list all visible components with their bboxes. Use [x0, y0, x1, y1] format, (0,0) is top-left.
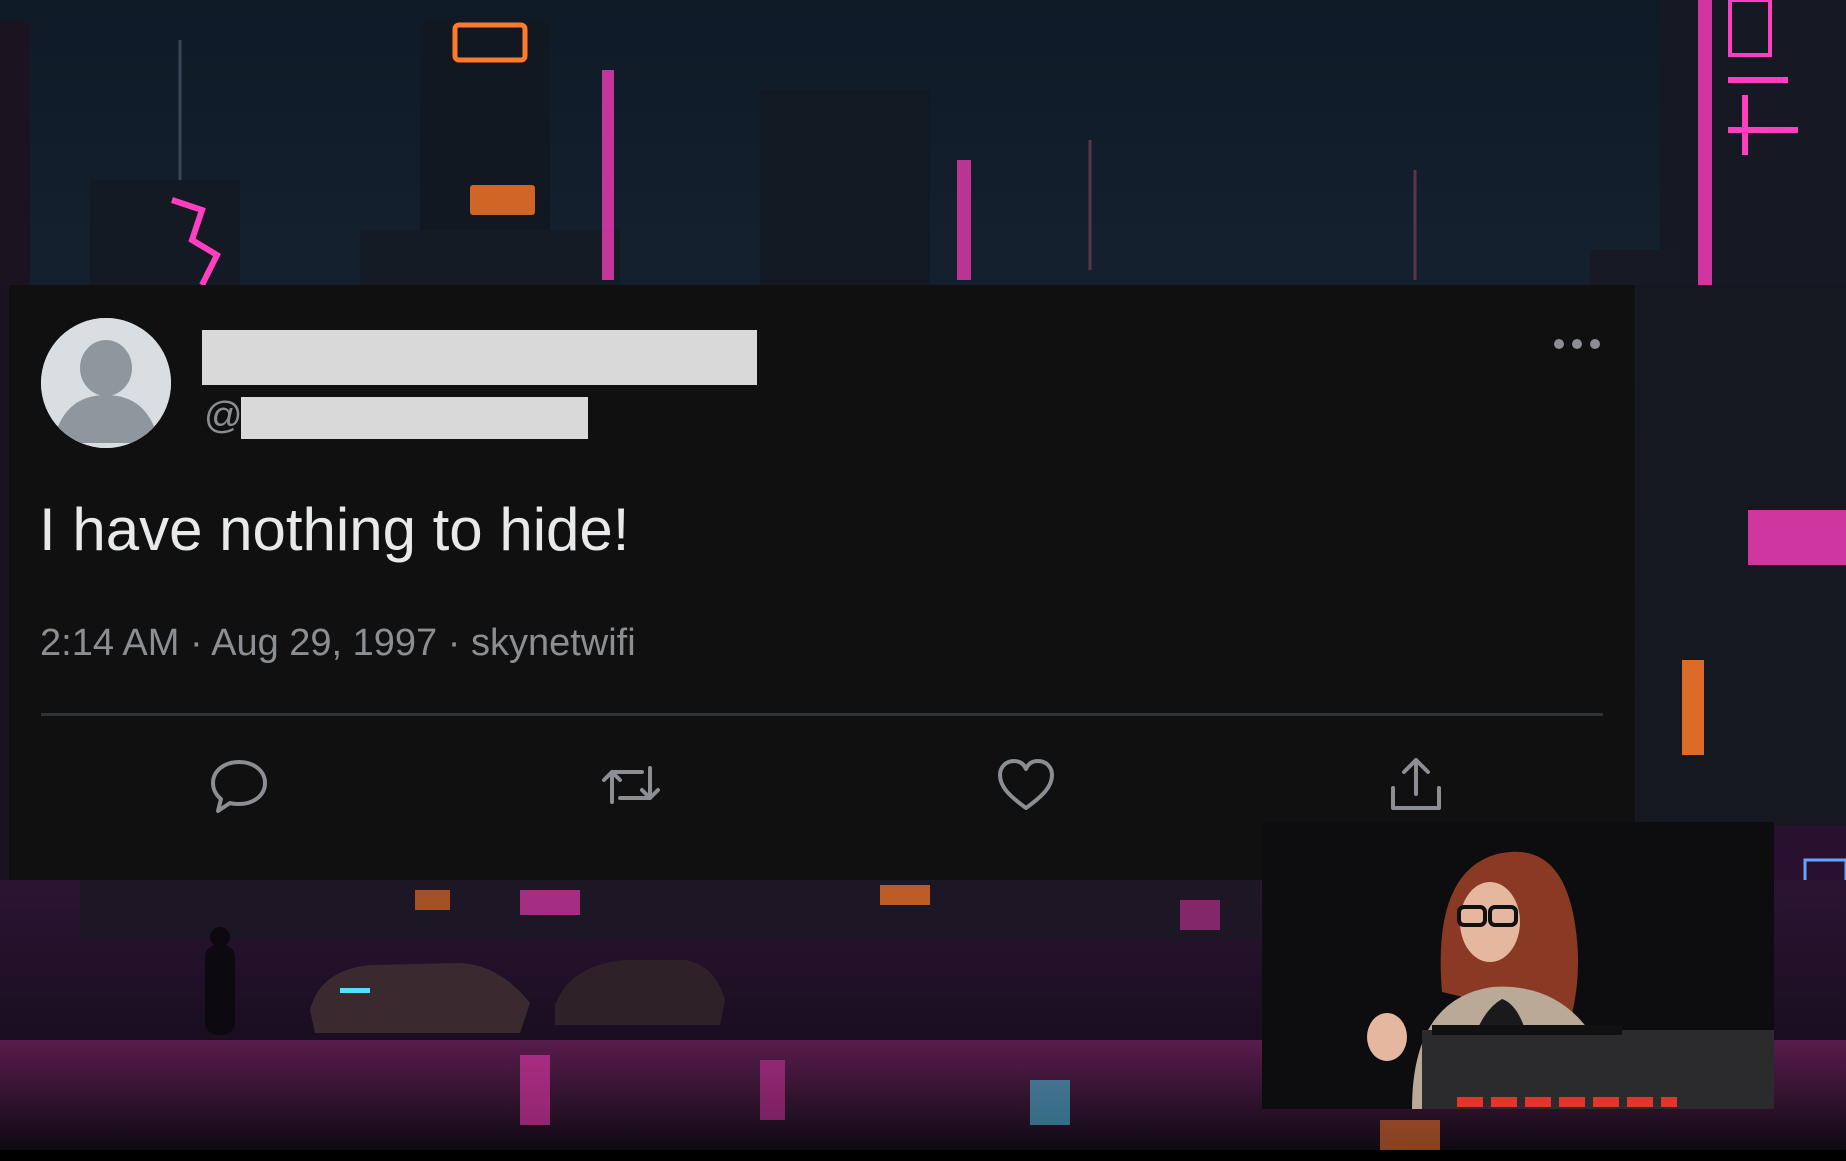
display-name-redaction — [202, 330, 757, 385]
retweet-icon — [602, 766, 660, 804]
heart-icon — [998, 759, 1054, 810]
speaker-at-podium-image — [1262, 822, 1774, 1109]
tweet-text: I have nothing to hide! — [39, 496, 630, 563]
reply-icon — [211, 760, 267, 813]
more-options-button[interactable] — [1549, 330, 1605, 358]
reply-button[interactable] — [204, 750, 274, 820]
bottom-letterbox-bar — [0, 1150, 1846, 1161]
default-avatar[interactable] — [41, 318, 171, 448]
handle-redaction — [241, 397, 588, 439]
handle-at-symbol: @ — [204, 395, 243, 437]
retweet-button[interactable] — [596, 750, 666, 820]
tweet-timestamp-source: 2:14 AM · Aug 29, 1997 · skynetwifi — [40, 622, 636, 664]
tweet-divider — [41, 713, 1603, 716]
speaker-video-overlay — [1262, 822, 1774, 1109]
more-dots-icon — [1554, 339, 1600, 349]
person-icon — [41, 318, 171, 448]
like-button[interactable] — [991, 750, 1061, 820]
share-button[interactable] — [1381, 750, 1451, 820]
share-icon — [1391, 758, 1441, 810]
tweet-card: @ I have nothing to hide! 2:14 AM · Aug … — [9, 285, 1635, 880]
